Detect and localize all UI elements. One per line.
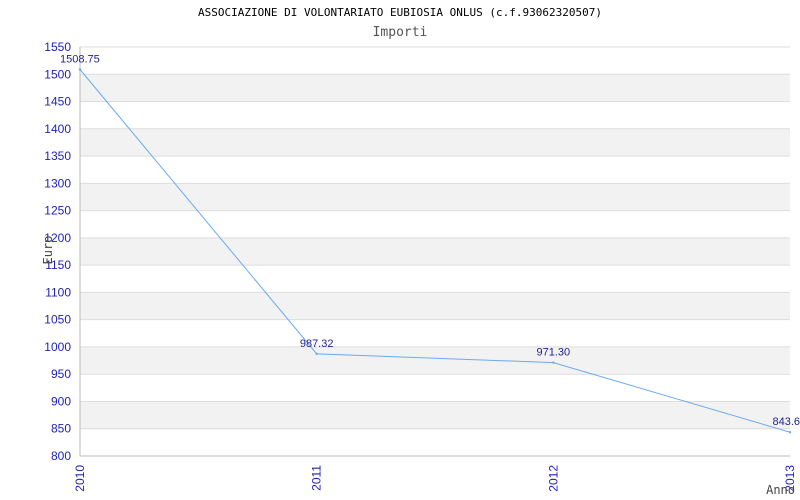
y-axis-label: Euro xyxy=(41,236,55,265)
grid-band xyxy=(80,237,790,266)
data-label: 971.30 xyxy=(537,347,571,359)
y-tick-label: 1300 xyxy=(44,176,71,190)
x-tick-label: 2010 xyxy=(73,465,87,492)
grid-band xyxy=(80,346,790,375)
grid-band xyxy=(80,128,790,157)
y-tick-label: 1500 xyxy=(44,67,71,81)
grid-band xyxy=(80,74,790,102)
y-tick-label: 1350 xyxy=(44,149,71,163)
x-tick-label: 2012 xyxy=(546,465,560,492)
y-tick-label: 1250 xyxy=(44,204,71,218)
grid-band xyxy=(80,292,790,320)
y-tick-label: 1050 xyxy=(44,313,71,327)
data-point xyxy=(552,361,555,364)
data-label: 843.6 xyxy=(772,416,800,428)
y-tick-label: 800 xyxy=(51,449,71,463)
grid-band xyxy=(80,401,790,429)
grid-bands xyxy=(80,74,790,429)
data-point xyxy=(788,431,792,434)
y-tick-label: 900 xyxy=(51,394,71,408)
x-tick-labels: 2010 2011 2012 2013 xyxy=(73,465,797,492)
data-label: 1508.75 xyxy=(60,53,100,65)
y-tick-label: 950 xyxy=(51,367,71,381)
data-point xyxy=(315,352,318,356)
y-tick-label: 1000 xyxy=(44,340,71,354)
data-point xyxy=(78,68,82,71)
y-tick-label: 1550 xyxy=(44,40,71,54)
y-tick-label: 1400 xyxy=(44,122,71,136)
x-tick-label: 2011 xyxy=(310,465,324,491)
data-label: 987.32 xyxy=(300,338,334,350)
line-chart: 8008509009501000105011001150120012501300… xyxy=(41,40,800,497)
y-tick-label: 1100 xyxy=(45,285,71,299)
y-tick-label: 850 xyxy=(51,422,71,436)
y-tick-label: 1450 xyxy=(44,95,71,109)
x-axis-label: Anno xyxy=(766,483,795,497)
